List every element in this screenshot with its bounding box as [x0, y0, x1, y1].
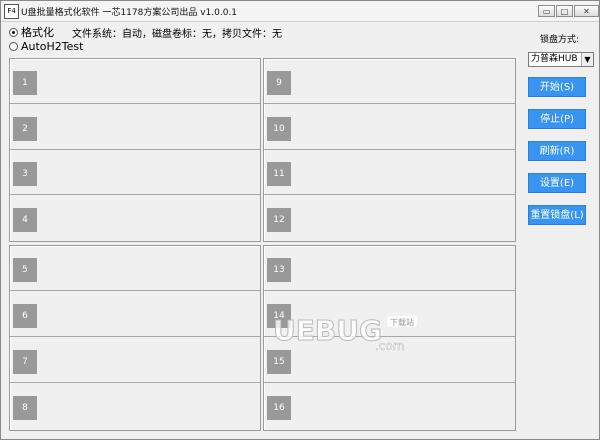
slot-11[interactable]: 11 — [264, 150, 515, 195]
slot-9[interactable]: 9 — [264, 59, 515, 104]
slot-number-badge: 8 — [13, 396, 37, 420]
title-bar: F4 U盘批量格式化软件 一芯1178方案公司出品 v1.0.0.1 ▭ □ ✕ — [1, 1, 599, 22]
slot-panel-5-8: 5 6 7 8 — [9, 245, 261, 431]
slot-6[interactable]: 6 — [10, 292, 260, 337]
slot-number-badge: 12 — [267, 208, 291, 232]
slot-panel-13-16: 13 14 15 16 — [263, 245, 516, 431]
slot-panel-1-4: 1 2 3 4 — [9, 58, 261, 242]
config-status-text: 文件系统：自动，磁盘卷标：无，拷贝文件：无 — [72, 28, 282, 40]
format-radio[interactable] — [9, 27, 18, 37]
slot-number-badge: 14 — [267, 304, 291, 328]
slot-16[interactable]: 16 — [264, 384, 515, 429]
slot-14[interactable]: 14 — [264, 292, 515, 337]
slot-number-badge: 1 — [13, 71, 37, 95]
slot-3[interactable]: 3 — [10, 150, 260, 195]
slot-number-badge: 15 — [267, 350, 291, 374]
lock-method-label: 锁盘方式: — [540, 35, 580, 45]
slot-number-badge: 6 — [13, 304, 37, 328]
mode-test-row[interactable]: AutoH2Test — [9, 38, 83, 54]
lock-method-value: 力普森HUB — [531, 54, 578, 64]
chevron-down-icon[interactable]: ▼ — [581, 53, 593, 66]
settings-button[interactable]: 设置(E) — [528, 173, 586, 193]
minimize-button[interactable]: ▭ — [538, 5, 555, 17]
autoh2test-radio-label[interactable]: AutoH2Test — [21, 40, 83, 53]
slot-number-badge: 13 — [267, 258, 291, 282]
slot-number-badge: 16 — [267, 396, 291, 420]
slot-number-badge: 4 — [13, 208, 37, 232]
start-button[interactable]: 开始(S) — [528, 77, 586, 97]
stop-button[interactable]: 停止(P) — [528, 109, 586, 129]
slot-panel-9-12: 9 10 11 12 — [263, 58, 516, 242]
app-window: F4 U盘批量格式化软件 一芯1178方案公司出品 v1.0.0.1 ▭ □ ✕… — [0, 0, 600, 440]
slot-number-badge: 2 — [13, 117, 37, 141]
slot-number-badge: 3 — [13, 162, 37, 186]
slot-4[interactable]: 4 — [10, 196, 260, 241]
slot-number-badge: 5 — [13, 258, 37, 282]
window-title: U盘批量格式化软件 一芯1178方案公司出品 v1.0.0.1 — [21, 8, 238, 18]
slot-2[interactable]: 2 — [10, 105, 260, 150]
slot-7[interactable]: 7 — [10, 338, 260, 383]
maximize-button[interactable]: □ — [556, 5, 573, 17]
slot-5[interactable]: 5 — [10, 246, 260, 291]
slot-number-badge: 10 — [267, 117, 291, 141]
close-button[interactable]: ✕ — [574, 5, 599, 17]
slot-15[interactable]: 15 — [264, 338, 515, 383]
slot-12[interactable]: 12 — [264, 196, 515, 241]
slot-number-badge: 9 — [267, 71, 291, 95]
refresh-button[interactable]: 刷新(R) — [528, 141, 586, 161]
slot-8[interactable]: 8 — [10, 384, 260, 429]
lock-method-select[interactable]: 力普森HUB ▼ — [528, 52, 594, 67]
slot-10[interactable]: 10 — [264, 105, 515, 150]
app-icon: F4 — [4, 4, 19, 19]
slot-number-badge: 7 — [13, 350, 37, 374]
autoh2test-radio[interactable] — [9, 41, 18, 51]
slot-13[interactable]: 13 — [264, 246, 515, 291]
reset-lock-button[interactable]: 重置锁盘(L) — [528, 205, 586, 225]
slot-1[interactable]: 1 — [10, 59, 260, 104]
slot-number-badge: 11 — [267, 162, 291, 186]
